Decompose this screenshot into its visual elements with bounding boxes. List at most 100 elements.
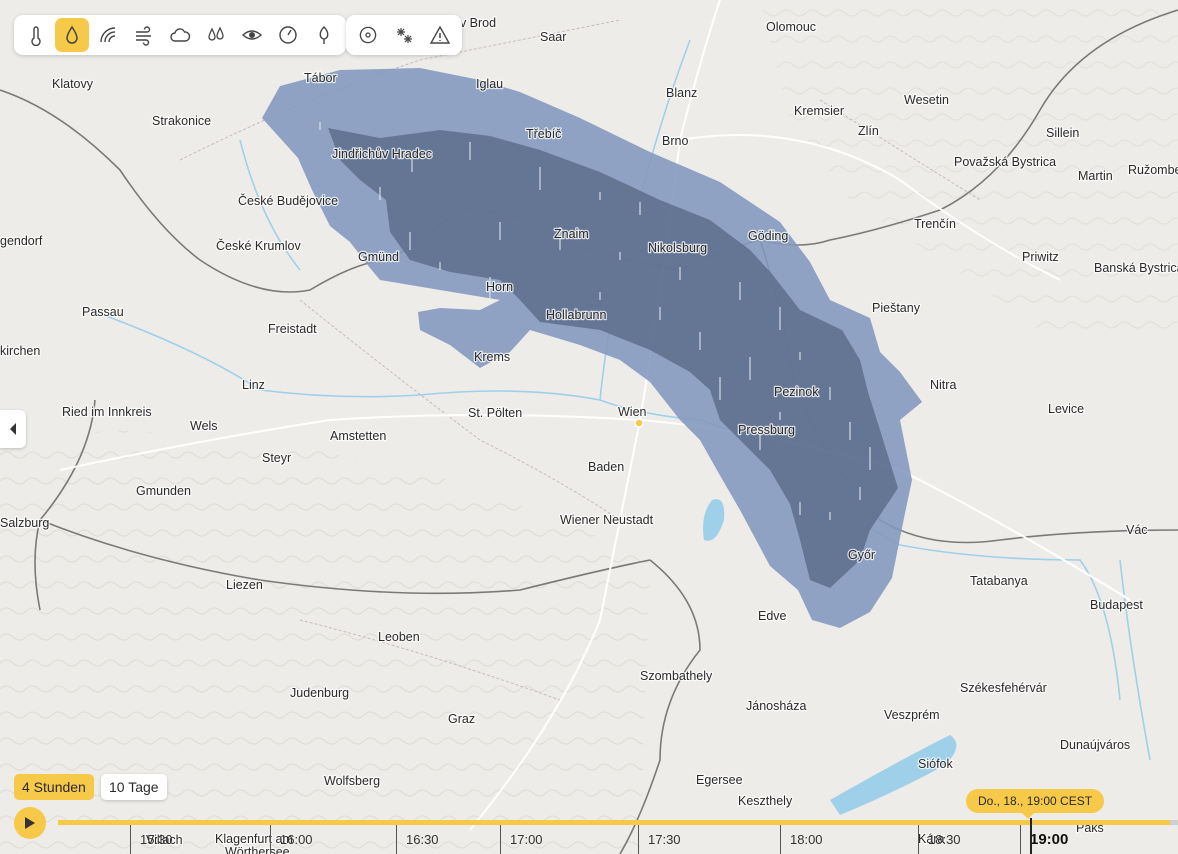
city-label: Amstetten <box>330 429 386 443</box>
timeline-tick <box>918 825 919 854</box>
pollen-tree-layer-button[interactable] <box>307 18 341 52</box>
visibility-eye-icon <box>241 30 263 40</box>
warning-layer-button[interactable] <box>423 18 457 52</box>
city-label: Znaim <box>554 227 589 241</box>
thermometer-layer-button[interactable] <box>19 18 53 52</box>
city-label: Wolfsberg <box>324 774 380 788</box>
city-label: Graz <box>448 712 475 726</box>
range-4h-button[interactable]: 4 Stunden <box>14 774 94 800</box>
rain-drop-layer-button[interactable] <box>55 18 89 52</box>
timeline-tick-label[interactable]: 18:00 <box>790 832 823 847</box>
city-label: Ružomber <box>1128 163 1178 177</box>
city-label: Martin <box>1078 169 1113 183</box>
timeline-tick <box>1020 825 1021 854</box>
city-label: Pressburg <box>738 423 795 437</box>
timeline-tick <box>396 825 397 854</box>
warning-icon <box>429 25 451 44</box>
city-label: Edve <box>758 609 787 623</box>
play-button[interactable] <box>14 807 46 839</box>
timeline-tick-label[interactable]: 18:30 <box>928 832 961 847</box>
city-label: Jánosháza <box>746 699 807 713</box>
city-label: Brno <box>662 134 688 148</box>
timeline-tick-label[interactable]: 16:00 <box>280 832 313 847</box>
city-label: Székesfehérvár <box>960 681 1047 695</box>
snow-icon <box>397 28 412 43</box>
warning-toolbar <box>346 15 462 55</box>
city-label: Siófok <box>918 757 953 771</box>
city-label: Keszthely <box>738 794 793 808</box>
layer-toolbar <box>14 15 346 55</box>
snow-layer-button[interactable] <box>387 18 421 52</box>
city-label: Ried im Innkreis <box>62 405 152 419</box>
city-label: Budapest <box>1090 598 1143 612</box>
city-label: Tábor <box>304 71 337 85</box>
city-label: Tatabanya <box>970 574 1028 588</box>
city-label: Liezen <box>226 578 263 592</box>
pressure-gauge-layer-button[interactable] <box>271 18 305 52</box>
city-label: Saar <box>540 30 566 44</box>
city-label: Nikolsburg <box>648 241 707 255</box>
timeline-tick-label[interactable]: 16:30 <box>406 832 439 847</box>
city-label: Gmunden <box>136 484 191 498</box>
city-label: Blanz <box>666 86 697 100</box>
city-label: Hollabrunn <box>546 308 607 322</box>
weather-map[interactable]: Klatovy Tábor IglauSaarvlíčkův Brod Olomouc… <box>0 0 1178 854</box>
rain-drop-icon <box>66 25 78 44</box>
radar-icon <box>100 27 116 43</box>
city-label: Jindřichův Hradec <box>332 147 432 161</box>
city-label: Olomouc <box>766 20 816 34</box>
city-label: Győr <box>848 548 875 562</box>
city-label: Veszprém <box>884 708 940 722</box>
city-label: Horn <box>486 280 513 294</box>
timeline-ticks: 15:30 16:00 16:30 17:00 17:30 18:00 18:30 19:00 <box>58 825 1178 854</box>
pollen-tree-icon <box>319 26 329 44</box>
city-label: Iglau <box>476 77 503 91</box>
city-label: České Krumlov <box>216 238 301 253</box>
city-label: gendorf <box>0 234 43 248</box>
city-label: Wien <box>618 405 647 419</box>
timeline-tick-label[interactable]: 15:30 <box>140 832 173 847</box>
city-label: St. Pölten <box>468 406 522 420</box>
timeline-tick-label[interactable]: 17:00 <box>510 832 543 847</box>
range-10d-button[interactable]: 10 Tage <box>101 774 167 800</box>
city-label: Zlín <box>858 124 879 138</box>
city-label: Wesetin <box>904 93 949 107</box>
city-label: Steyr <box>262 451 291 465</box>
timeline-tick-label[interactable]: 17:30 <box>648 832 681 847</box>
wien-marker <box>634 418 644 428</box>
visibility-eye-layer-button[interactable] <box>235 18 269 52</box>
city-label: Vác <box>1126 523 1148 537</box>
city-label: Pezinok <box>774 385 819 399</box>
city-label: kirchen <box>0 344 40 358</box>
city-label: Szombathely <box>640 669 713 683</box>
pressure-gauge-icon <box>279 26 297 44</box>
city-label: Třebíč <box>526 127 561 141</box>
city-label: Wiener Neustadt <box>560 513 654 527</box>
current-time-badge: Do., 18., 19:00 CEST <box>966 789 1105 819</box>
humidity-layer-button[interactable] <box>199 18 233 52</box>
wind-icon <box>136 26 151 46</box>
timeline-tick-label[interactable]: 19:00 <box>1030 831 1068 848</box>
wind-layer-button[interactable] <box>127 18 161 52</box>
city-label: Linz <box>242 378 265 392</box>
city-label: Klatovy <box>52 77 94 91</box>
city-label: Kremsier <box>794 104 844 118</box>
city-label: Nitra <box>930 378 956 392</box>
timeline-tick <box>638 825 639 854</box>
city-label: Gmünd <box>358 250 399 264</box>
cloud-layer-button[interactable] <box>163 18 197 52</box>
timeline-tick <box>270 825 271 854</box>
city-label: Judenburg <box>290 686 349 700</box>
thermometer-icon <box>31 26 41 46</box>
city-label: Banská Bystrica <box>1094 261 1178 275</box>
sidebar-toggle-button[interactable] <box>0 410 26 448</box>
radar-layer-button[interactable] <box>91 18 125 52</box>
city-label: Egersee <box>696 773 743 787</box>
city-label: Freistadt <box>268 322 317 336</box>
play-icon <box>25 817 35 829</box>
cloud-icon <box>170 28 191 42</box>
storm-layer-button[interactable] <box>351 18 385 52</box>
storm-icon <box>359 26 377 44</box>
city-label: Trenčín <box>914 217 956 231</box>
timeline-cursor[interactable] <box>1030 818 1032 854</box>
